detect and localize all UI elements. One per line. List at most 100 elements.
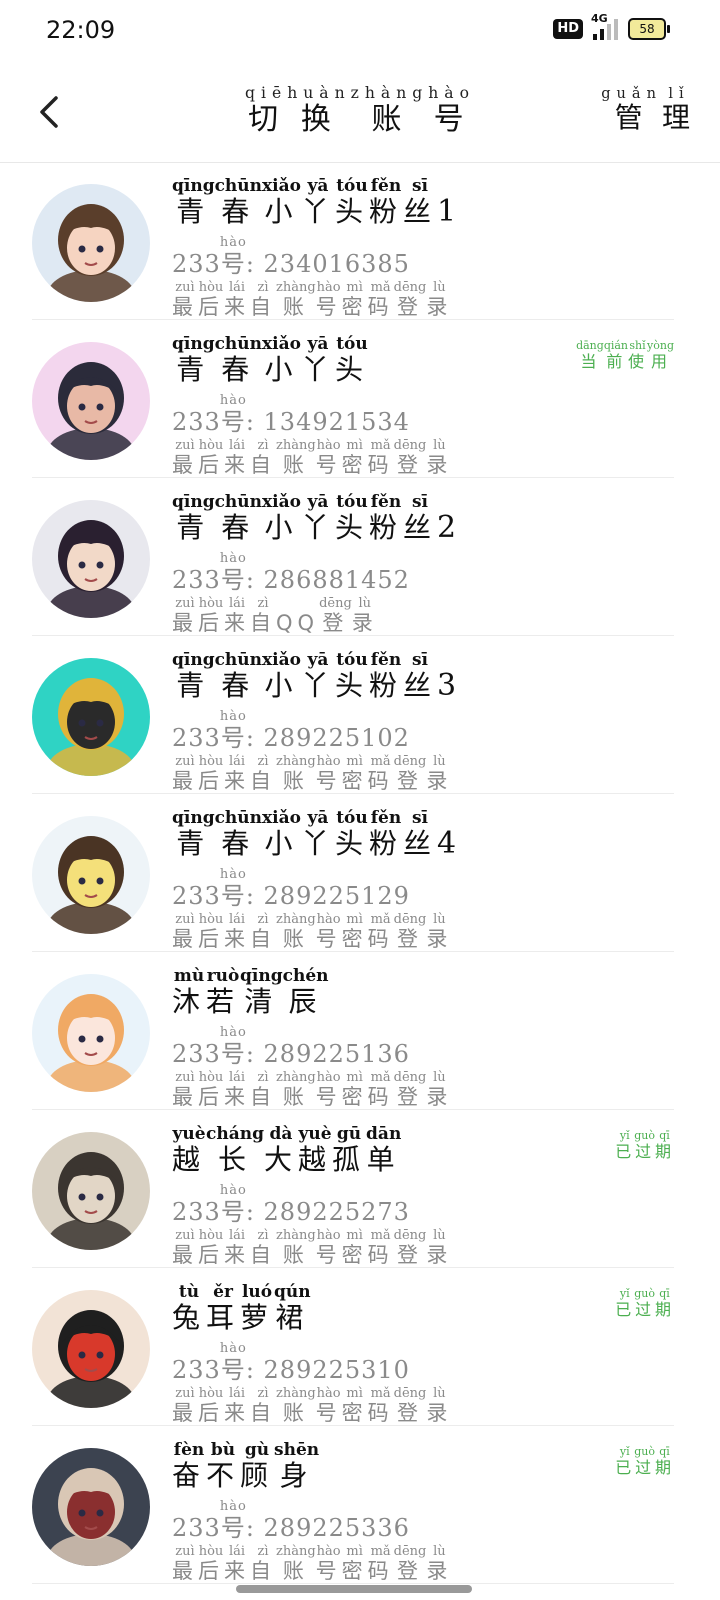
signal-bar	[607, 24, 611, 40]
account-name-glyph: 青	[172, 353, 215, 386]
last-login-pinyin: hòu	[198, 1544, 224, 1559]
last-login-glyph: 登	[393, 453, 427, 477]
last-login-glyph: 最	[172, 1243, 198, 1267]
last-login-glyph: 账	[276, 927, 316, 951]
page-title-char: 账zhàng	[351, 84, 429, 137]
last-login-char: 登dēng	[394, 1070, 427, 1109]
last-login-pinyin: zuì	[172, 1386, 198, 1401]
last-login-glyph: 号	[315, 1401, 342, 1425]
last-login-glyph: 号	[315, 453, 342, 477]
account-id: 233号hào: 289225129	[172, 867, 456, 913]
page-title-pinyin: qiē	[245, 84, 288, 102]
manage-label-glyph: 管	[601, 101, 662, 134]
account-id-number: : 134921534	[245, 408, 410, 436]
last-login-char: 最zuì	[172, 280, 198, 319]
account-id-number: : 289225336	[245, 1514, 410, 1542]
account-name-pinyin: tóu	[334, 492, 369, 512]
last-login-char: 最zuì	[172, 1386, 198, 1425]
account-name-char: 粉fěn	[368, 492, 403, 544]
status-badge-glyph: 已	[615, 1458, 635, 1477]
last-login-pinyin: lái	[224, 1386, 250, 1401]
account-item[interactable]: 兔tù耳ěr萝luó裙qún 233号hào: 289225310 最zuì后hòu…	[32, 1268, 674, 1426]
last-login-glyph: 来	[224, 769, 250, 793]
account-name-glyph: 单	[366, 1143, 402, 1176]
account-name-char: 裙qún	[274, 1282, 311, 1334]
account-item[interactable]: 越yuè长cháng大dà越yuè孤gū单dān 233号hào: 2892252…	[32, 1110, 674, 1268]
account-item[interactable]: 青qīng春chūn小xiǎo丫yā头tóu粉fěn丝sī1 233号hào: 2…	[32, 162, 674, 320]
illustrated-man-avatar	[32, 1132, 150, 1250]
status-time: 22:09	[46, 16, 116, 44]
account-name: 青qīng春chūn小xiǎo丫yā头tóu粉fěn丝sī1	[172, 176, 456, 236]
last-login-char: 密mì	[342, 1228, 368, 1267]
last-login-glyph: 码	[367, 1401, 394, 1425]
last-login-glyph: 账	[276, 295, 316, 319]
status-badge-glyph: 用	[647, 352, 674, 371]
last-login-glyph: 后	[198, 1559, 224, 1583]
last-login-pinyin: mì	[341, 1544, 368, 1559]
last-login-pinyin: lái	[224, 280, 250, 295]
account-name-glyph: 身	[274, 1459, 320, 1492]
last-login-pinyin: mǎ	[367, 1228, 394, 1243]
account-name-glyph: 丝	[403, 195, 438, 228]
account-list: 青qīng春chūn小xiǎo丫yā头tóu粉fěn丝sī1 233号hào: 2…	[0, 162, 720, 1584]
last-login-pinyin: dēng	[393, 912, 427, 927]
last-login-char: 号hào	[316, 1228, 342, 1267]
account-name-pinyin: gū	[332, 1124, 367, 1144]
account-name-char: 春chūn	[215, 492, 262, 544]
last-login-char: 最zuì	[172, 1544, 198, 1583]
last-login-pinyin: hòu	[198, 1070, 224, 1085]
last-login-pinyin: dēng	[393, 438, 427, 453]
account-info: 青qīng春chūn小xiǎo丫yā头tóu粉fěn丝sī1 233号hào: 2…	[172, 176, 456, 325]
last-login-char: 来lái	[224, 438, 250, 477]
last-login-char: 自zì	[250, 912, 276, 951]
last-login-glyph: 账	[276, 1085, 316, 1109]
account-name-char: 青qīng	[172, 808, 215, 860]
last-login-pinyin: lù	[426, 438, 453, 453]
status-badge-pinyin: yǐ	[615, 1129, 635, 1142]
account-name-glyph: 丝	[403, 827, 438, 860]
account-name-char: 身shēn	[274, 1440, 320, 1492]
manage-button[interactable]: 管guǎn理lǐ	[601, 85, 696, 136]
account-item[interactable]: 奋fèn不bù顾gù身shēn 233号hào: 289225336 最zuì后hò…	[32, 1426, 674, 1584]
account-name-char: 青qīng	[172, 176, 215, 228]
last-login-pinyin: hòu	[198, 438, 224, 453]
account-id-hao: 号hào	[220, 235, 246, 278]
account-item[interactable]: 青qīng春chūn小xiǎo丫yā头tóu 233号hào: 134921534…	[32, 320, 674, 478]
account-id-hao-glyph: 号	[219, 1040, 247, 1068]
account-name-char: 粉fěn	[369, 650, 403, 702]
battery-level: 58	[639, 22, 655, 36]
account-item[interactable]: 沐mù若ruò清qīng辰chén 233号hào: 289225136 最zuì后…	[32, 952, 674, 1110]
last-login-pinyin: hào	[315, 754, 342, 769]
last-login-pinyin: lái	[224, 438, 250, 453]
account-name-pinyin: qīng	[172, 808, 215, 828]
account-item[interactable]: 青qīng春chūn小xiǎo丫yā头tóu粉fěn丝sī2 233号hào: 2…	[32, 478, 674, 636]
last-login-glyph: 自	[250, 611, 276, 635]
last-login-char: 后hòu	[198, 1228, 224, 1267]
last-login-char: 号hào	[316, 1544, 342, 1583]
last-login-glyph: 来	[224, 927, 250, 951]
account-name-char: 丝sī	[403, 492, 437, 544]
status-badge-char: 期qī	[654, 1287, 674, 1319]
account-item[interactable]: 青qīng春chūn小xiǎo丫yā头tóu粉fěn丝sī3 233号hào: 2…	[32, 636, 674, 794]
account-name-char: 不bù	[206, 1440, 240, 1492]
last-login-char: 码mǎ	[368, 1544, 394, 1583]
last-login-glyph: 来	[224, 1085, 250, 1109]
last-login-pinyin: lù	[426, 912, 453, 927]
last-login-char: 密mì	[342, 1070, 368, 1109]
last-login-pinyin: lù	[426, 1070, 453, 1085]
account-name-glyph: 粉	[368, 511, 403, 544]
last-login-glyph: 自	[250, 453, 276, 477]
last-login-char: 来lái	[224, 280, 250, 319]
account-name-glyph: 耳	[206, 1301, 241, 1334]
status-badge-pinyin: guò	[634, 1287, 655, 1300]
status-badge-glyph: 期	[654, 1300, 674, 1319]
home-indicator[interactable]	[236, 1585, 472, 1593]
last-login-pinyin: zì	[250, 596, 276, 611]
last-login-pinyin: mì	[341, 1386, 368, 1401]
account-id: 233号hào: 286881452	[172, 551, 456, 597]
last-login-char: 登dēng	[394, 754, 427, 793]
account-id-hao: 号hào	[220, 551, 246, 594]
account-name-pinyin: chén	[282, 966, 329, 986]
last-login-glyph: 后	[198, 611, 224, 635]
account-item[interactable]: 青qīng春chūn小xiǎo丫yā头tóu粉fěn丝sī4 233号hào: 2…	[32, 794, 674, 952]
